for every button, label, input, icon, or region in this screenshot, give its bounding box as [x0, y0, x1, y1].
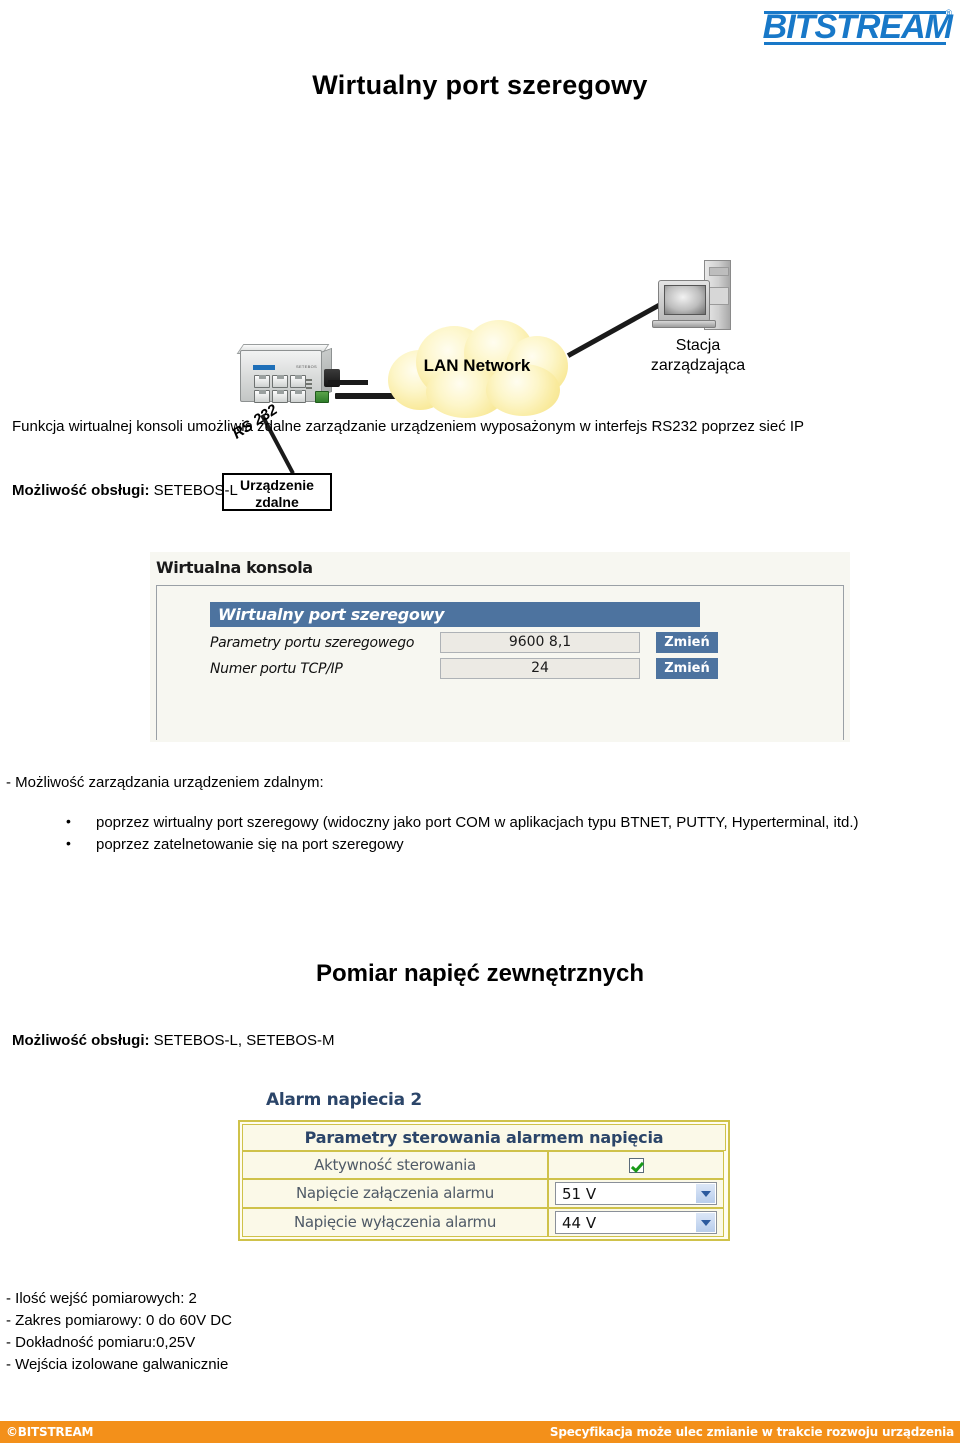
- registered-trademark-icon: ®: [945, 8, 952, 18]
- footer-copyright: ©BITSTREAM: [6, 1425, 94, 1439]
- footer-disclaimer: Specyfikacja może ulec zmianie w trakcie…: [549, 1425, 954, 1439]
- alarm-panel-title: Alarm napiecia 2: [266, 1090, 422, 1110]
- serial-params-value: 9600 8,1: [440, 632, 640, 653]
- alarm-active-checkbox[interactable]: [628, 1157, 644, 1173]
- table-header-row: Parametry sterowania alarmem napięcia: [242, 1124, 726, 1151]
- virtual-serial-port-table-header: Wirtualny port szeregowy: [210, 602, 700, 627]
- measurement-specs-list: - Ilość wejść pomiarowych: 2 - Zakres po…: [6, 1288, 232, 1376]
- support-line-2: Możliwość obsługi: SETEBOS-L, SETEBOS-M: [12, 1030, 612, 1051]
- device-ethernet-cable: [328, 380, 368, 385]
- management-station-image: Stacja zarządzająca: [650, 260, 746, 374]
- status-led-group: [306, 379, 314, 391]
- alarm-active-label: Aktywność sterowania: [242, 1151, 548, 1179]
- green-terminal-block-icon: [315, 391, 329, 403]
- page-title: Wirtualny port szeregowy: [312, 70, 648, 100]
- chevron-down-icon[interactable]: [696, 1184, 715, 1203]
- alarm-off-voltage-select[interactable]: 44 V: [555, 1211, 717, 1234]
- table-row: Napięcie załączenia alarmu 51 V: [242, 1179, 726, 1208]
- voltage-alarm-screenshot: Alarm napiecia 2 Parametry sterowania al…: [228, 1085, 730, 1260]
- alarm-on-voltage-value: 51 V: [562, 1184, 597, 1203]
- alarm-off-voltage-value: 44 V: [562, 1213, 597, 1232]
- monitor-base: [652, 320, 716, 328]
- table-row: Numer portu TCP/IP 24 Zmień: [210, 658, 795, 679]
- rj45-port-icon: [272, 390, 288, 403]
- network-diagram: SETEBOS RS 232 Urządzenie zdalne LAN Net…: [0, 125, 960, 511]
- support-2-value: SETEBOS-L, SETEBOS-M: [153, 1032, 335, 1049]
- station-label-line1: Stacja: [675, 337, 721, 354]
- rj45-port-icon: [254, 375, 270, 388]
- monitor-screen: [664, 285, 706, 315]
- device-model-text: SETEBOS: [296, 364, 317, 369]
- alarm-parameters-table: Parametry sterowania alarmem napięcia Ak…: [238, 1120, 730, 1241]
- support-1-label: Możliwość obsługi:: [12, 482, 150, 499]
- section-title-voltage: Pomiar napięć zewnętrznych: [315, 960, 645, 987]
- alarm-on-voltage-cell: 51 V: [548, 1179, 724, 1208]
- tcp-port-change-button[interactable]: Zmień: [656, 658, 718, 679]
- management-station-label: Stacja zarządzająca: [610, 336, 786, 376]
- manage-section-heading: - Możliwość zarządzania urządzeniem zdal…: [6, 774, 324, 791]
- list-item: - Zakres pomiarowy: 0 do 60V DC: [6, 1312, 232, 1329]
- rj45-port-icon: [290, 375, 306, 388]
- table-row: Napięcie wyłączenia alarmu 44 V: [242, 1208, 726, 1237]
- lan-cloud-label: LAN Network: [423, 356, 531, 375]
- tcp-port-value: 24: [440, 658, 640, 679]
- intro-paragraph: Funkcja wirtualnej konsoli umożliwia zda…: [12, 418, 805, 435]
- alarm-off-voltage-cell: 44 V: [548, 1208, 724, 1237]
- logo-bar-bottom: [764, 42, 946, 45]
- support-1-value: SETEBOS-L: [153, 482, 238, 499]
- tcp-port-label: Numer portu TCP/IP: [210, 660, 343, 677]
- station-label-line2: zarządzająca: [650, 357, 746, 374]
- list-item: - Ilość wejść pomiarowych: 2: [6, 1290, 197, 1307]
- list-item: poprzez zatelnetowanie się na port szere…: [56, 833, 956, 855]
- manage-bullet-list: poprzez wirtualny port szeregowy (widocz…: [56, 811, 956, 856]
- list-item: - Wejścia izolowane galwanicznie: [6, 1356, 229, 1373]
- logo-bar-top: [764, 11, 946, 14]
- alarm-off-voltage-label: Napięcie wyłączenia alarmu: [242, 1208, 548, 1237]
- setebos-switch-image: SETEBOS: [232, 340, 368, 408]
- device-brand-logo-icon: [253, 365, 275, 370]
- rj45-port-icon: [272, 375, 288, 388]
- rj45-port-icon: [290, 390, 306, 403]
- support-2-label: Możliwość obsługi:: [12, 1032, 150, 1049]
- rj45-port-icon: [254, 390, 270, 403]
- console-panel-title: Wirtualna konsola: [156, 558, 313, 577]
- table-row: Parametry portu szeregowego 9600 8,1 Zmi…: [210, 632, 795, 653]
- alarm-on-voltage-label: Napięcie załączenia alarmu: [242, 1179, 548, 1208]
- alarm-on-voltage-select[interactable]: 51 V: [555, 1182, 717, 1205]
- alarm-active-cell: [548, 1151, 724, 1179]
- serial-params-label: Parametry portu szeregowego: [210, 634, 415, 651]
- rj45-port-group: [254, 375, 306, 403]
- page-footer: ©BITSTREAM Specyfikacja może ulec zmiani…: [0, 1421, 960, 1443]
- table-row: Aktywność sterowania: [242, 1151, 726, 1179]
- alarm-table-header: Parametry sterowania alarmem napięcia: [242, 1124, 726, 1151]
- computer-monitor-icon: [658, 280, 710, 322]
- chevron-down-icon[interactable]: [696, 1213, 715, 1232]
- list-item: poprzez wirtualny port szeregowy (widocz…: [56, 811, 960, 833]
- lan-cloud: LAN Network: [382, 320, 572, 420]
- company-logo: BITSTREAM ®: [752, 6, 953, 48]
- device-front-face: SETEBOS: [240, 350, 329, 403]
- virtual-serial-port-table: Wirtualny port szeregowy Parametry portu…: [210, 602, 795, 679]
- serial-params-change-button[interactable]: Zmień: [656, 632, 718, 653]
- virtual-console-screenshot: Wirtualna konsola Wirtualny port szerego…: [150, 552, 850, 742]
- support-line-1: Możliwość obsługi: SETEBOS-L: [12, 480, 512, 501]
- list-item: - Dokładność pomiaru:0,25V: [6, 1334, 196, 1351]
